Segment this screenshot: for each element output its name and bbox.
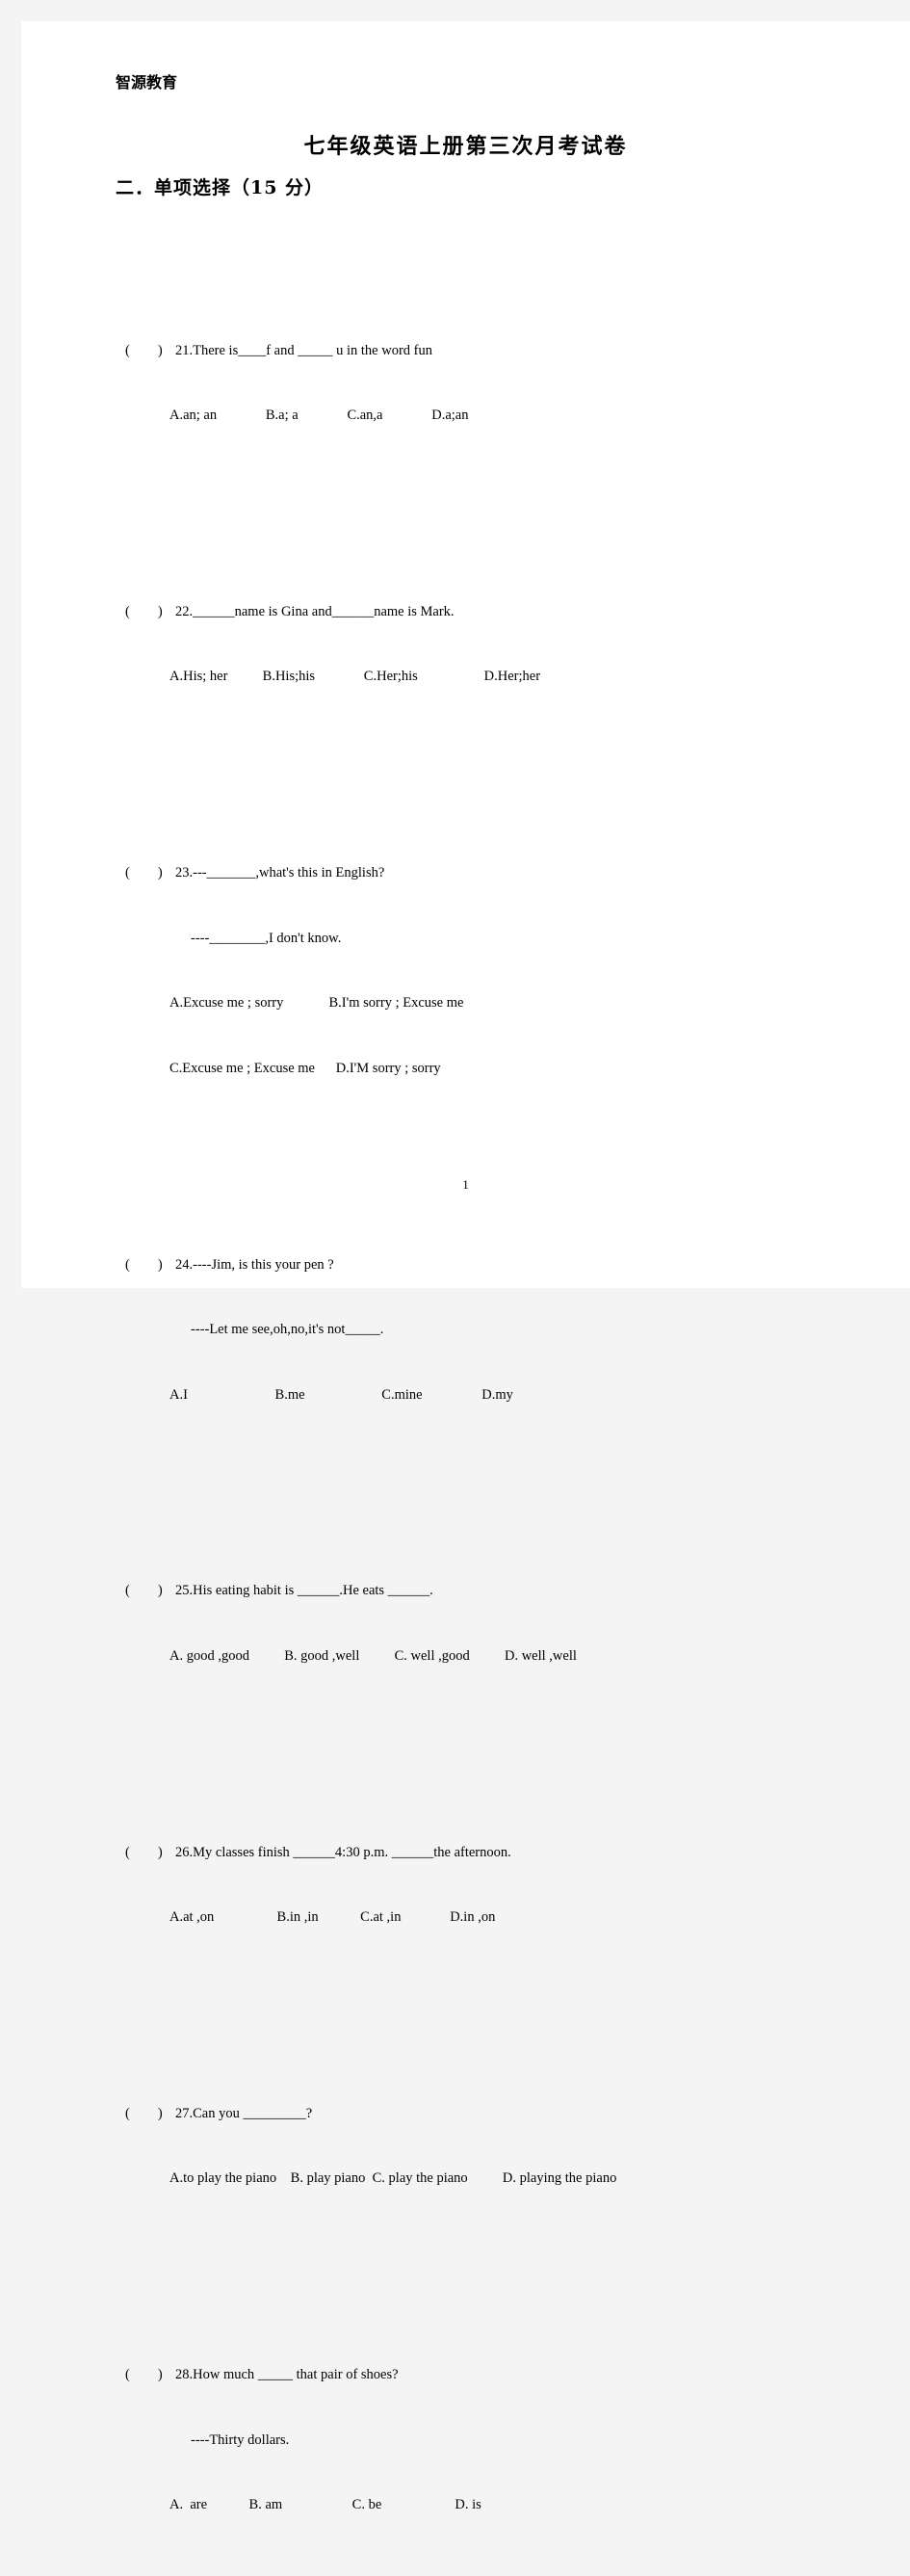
question-options: C.Excuse me ; Excuse me D.I'M sorry ; so… <box>125 1058 910 1080</box>
question-stem: ( ) 26.My classes finish ______4:30 p.m. … <box>125 1842 910 1864</box>
question-stem: ( ) 28.How much _____ that pair of shoes? <box>125 2364 910 2386</box>
question-item: ( ) 21.There is____f and _____ u in the w… <box>125 296 910 470</box>
question-list: ( ) 21.There is____f and _____ u in the w… <box>125 209 910 2576</box>
question-stem: ( ) 21.There is____f and _____ u in the w… <box>125 340 910 362</box>
question-item: ( ) 25.His eating habit is ______.He eats… <box>125 1537 910 1711</box>
question-options: A. good ,good B. good ,well C. well ,goo… <box>125 1645 910 1668</box>
option-text[interactable]: A.Excuse me ; sorry B.I'm sorry ; Excuse… <box>169 995 463 1011</box>
option-text[interactable]: A. are B. am C. be D. is <box>169 2497 481 2512</box>
question-number: 26. <box>175 1844 194 1860</box>
paper-page: 智源教育 七年级英语上册第三次月考试卷 二．单项选择（15 分） ( ) 21.T… <box>21 21 910 2512</box>
question-item: ( ) 26.My classes finish ______4:30 p.m. … <box>125 1798 910 1972</box>
question-options: A.Excuse me ; sorry B.I'm sorry ; Excuse… <box>125 992 910 1014</box>
page-content-area: 智源教育 七年级英语上册第三次月考试卷 二．单项选择（15 分） ( ) 21.T… <box>21 21 910 2512</box>
question-number: 21. <box>175 342 194 358</box>
option-text[interactable]: A.I B.me C.mine D.my <box>169 1387 513 1403</box>
question-text: ---_______,what's this in English? <box>193 864 385 881</box>
question-stem: ( ) 23.---_______,what's this in English? <box>125 862 910 884</box>
answer-bracket[interactable]: ( ) <box>125 2103 175 2125</box>
question-text: ----Thirty dollars. <box>191 2431 290 2448</box>
question-stem-second-line: ----________,I don't know. <box>125 928 910 950</box>
answer-bracket[interactable]: ( ) <box>125 862 175 884</box>
question-stem: ( ) 27.Can you _________? <box>125 2103 910 2125</box>
option-text[interactable]: A.an; an B.a; a C.an,a D.a;an <box>169 407 468 423</box>
answer-bracket[interactable]: ( ) <box>125 601 175 623</box>
publisher-logo: 智源教育 <box>116 73 178 92</box>
question-number: 25. <box>175 1583 194 1599</box>
question-item: ( ) 23.---_______,what's this in English?… <box>125 819 910 1123</box>
question-stem: ( ) 25.His eating habit is ______.He eats… <box>125 1580 910 1602</box>
question-stem-second-line: ----Let me see,oh,no,it's not_____. <box>125 1319 910 1341</box>
answer-bracket[interactable]: ( ) <box>125 1254 175 1276</box>
question-text: ______name is Gina and______name is Mark… <box>193 603 455 619</box>
option-text[interactable]: A.to play the piano B. play piano C. pla… <box>169 2170 616 2186</box>
question-stem: ( ) 22.______name is Gina and______name i… <box>125 601 910 623</box>
question-item: ( ) 22.______name is Gina and______name i… <box>125 558 910 732</box>
option-text[interactable]: A.His; her B.His;his C.Her;his D.Her;her <box>169 669 540 684</box>
question-stem: ( ) 24.----Jim, is this your pen ? <box>125 1254 910 1276</box>
question-text: Can you _________? <box>193 2105 313 2121</box>
question-text: His eating habit is ______.He eats _____… <box>193 1583 433 1599</box>
question-text: There is____f and _____ u in the word fu… <box>193 342 432 358</box>
exam-body: 二．单项选择（15 分） ( ) 21.There is____f and ___… <box>21 173 910 2576</box>
question-options: A.I B.me C.mine D.my <box>125 1384 910 1406</box>
question-item: ( ) 27.Can you _________? A.to play the p… <box>125 2059 910 2233</box>
question-text: ----Let me see,oh,no,it's not_____. <box>191 1322 384 1338</box>
question-options: A.an; an B.a; a C.an,a D.a;an <box>125 405 910 427</box>
question-number: 23. <box>175 864 194 881</box>
question-text: How much _____ that pair of shoes? <box>193 2366 399 2382</box>
answer-bracket[interactable]: ( ) <box>125 1842 175 1864</box>
question-options: A.to play the piano B. play piano C. pla… <box>125 2168 910 2190</box>
answer-bracket[interactable]: ( ) <box>125 2364 175 2386</box>
question-number: 24. <box>175 1256 194 1273</box>
option-text[interactable]: C.Excuse me ; Excuse me D.I'M sorry ; so… <box>169 1061 441 1076</box>
answer-bracket[interactable]: ( ) <box>125 340 175 362</box>
question-text: My classes finish ______4:30 p.m. ______… <box>193 1844 511 1860</box>
option-text[interactable]: A. good ,good B. good ,well C. well ,goo… <box>169 1648 577 1664</box>
question-number: 22. <box>175 603 194 619</box>
question-stem-second-line: ----Thirty dollars. <box>125 2430 910 2452</box>
option-text[interactable]: A.at ,on B.in ,in C.at ,in D.in ,on <box>169 1909 495 1925</box>
section-heading-multiple-choice: 二．单项选择（15 分） <box>116 177 325 198</box>
question-item: ( ) 28.How much _____ that pair of shoes?… <box>125 2321 910 2561</box>
question-number: 27. <box>175 2105 194 2121</box>
question-text: ----________,I don't know. <box>191 930 342 946</box>
page-number: 1 <box>462 1177 469 1192</box>
question-options: A.His; her B.His;his C.Her;his D.Her;her <box>125 666 910 688</box>
question-text: ----Jim, is this your pen ? <box>193 1256 334 1273</box>
answer-bracket[interactable]: ( ) <box>125 1580 175 1602</box>
page-title: 七年级英语上册第三次月考试卷 <box>303 134 628 159</box>
question-item: ( ) 24.----Jim, is this your pen ? ----Le… <box>125 1210 910 1450</box>
question-number: 28. <box>175 2366 194 2382</box>
question-options: A.at ,on B.in ,in C.at ,in D.in ,on <box>125 1906 910 1929</box>
question-options: A. are B. am C. be D. is <box>125 2494 910 2516</box>
